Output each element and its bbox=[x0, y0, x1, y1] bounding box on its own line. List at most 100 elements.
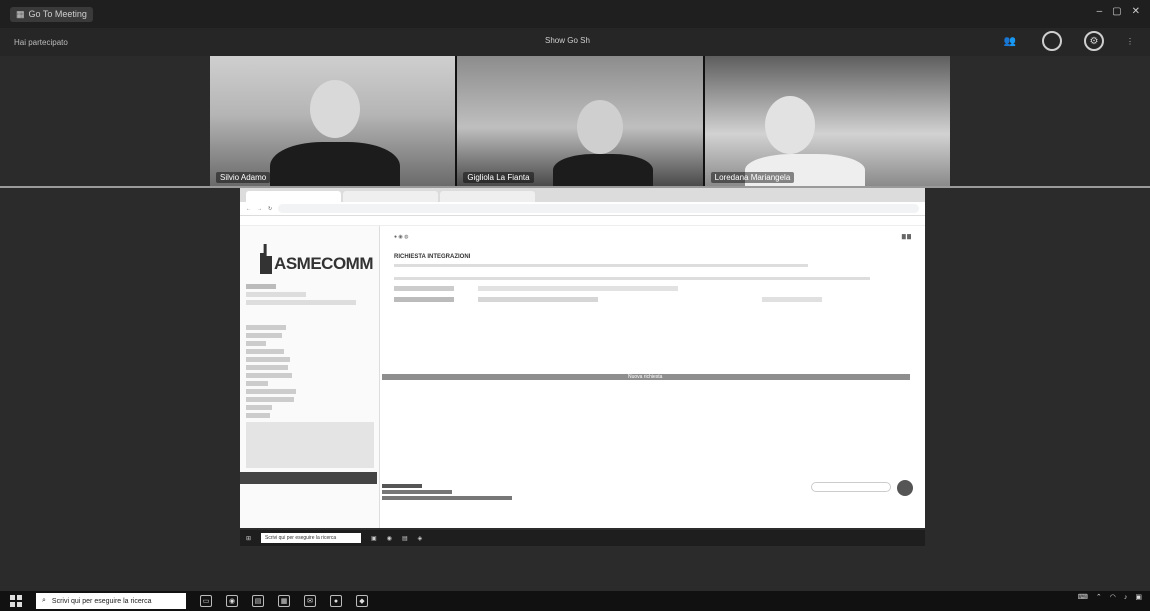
back-icon[interactable]: ← bbox=[246, 206, 251, 212]
form-row bbox=[394, 297, 911, 302]
meeting-subbar: Hai partecipato Show Go Sh 👥 ⚙ ⋮ bbox=[0, 28, 1150, 56]
notifications-icon[interactable]: ▣ bbox=[1135, 593, 1142, 601]
form-row bbox=[394, 286, 911, 291]
form-label bbox=[394, 297, 454, 302]
chat-button[interactable] bbox=[897, 480, 913, 496]
participants-icon[interactable]: 👥 bbox=[1000, 31, 1020, 51]
logo-mark-icon bbox=[260, 244, 273, 274]
participant-head bbox=[310, 80, 360, 138]
logo-text: ASMECOMM bbox=[274, 254, 373, 273]
description-line bbox=[394, 264, 808, 267]
header-icons[interactable]: ● ◉ ◍ bbox=[394, 234, 409, 240]
settings-icon[interactable]: ⚙ bbox=[1084, 31, 1104, 51]
mail-icon[interactable]: ✉ bbox=[304, 595, 316, 607]
main-header: ● ◉ ◍ ▇ ▇ bbox=[394, 234, 911, 240]
description-line bbox=[394, 277, 870, 280]
session-label: Hai partecipato bbox=[14, 37, 68, 47]
participant-tile[interactable]: Gigliola La Fianta bbox=[457, 56, 705, 186]
taskbar-search[interactable]: ⌕ Scrivi qui per eseguire la ricerca bbox=[36, 593, 186, 609]
page-title: RICHIESTA INTEGRAZIONI bbox=[394, 254, 471, 260]
window-controls: – ▢ ✕ bbox=[1097, 6, 1140, 17]
menu-item[interactable] bbox=[246, 365, 288, 370]
shared-search-box[interactable]: Scrivi qui per eseguire la ricerca bbox=[261, 533, 362, 543]
video-tiles: Silvio Adamo Gigliola La Fianta Loredana… bbox=[210, 56, 950, 186]
chevron-up-icon[interactable]: ⌃ bbox=[1096, 593, 1102, 601]
menu-item[interactable] bbox=[246, 284, 276, 289]
site-sidebar: ASMECOMM bbox=[240, 226, 380, 528]
store-icon[interactable]: ▦ bbox=[278, 595, 290, 607]
forward-icon[interactable]: → bbox=[257, 206, 262, 212]
taskbar-search-placeholder: Scrivi qui per eseguire la ricerca bbox=[51, 597, 152, 605]
participant-tile[interactable]: Silvio Adamo bbox=[210, 56, 458, 186]
form-value[interactable] bbox=[478, 297, 598, 302]
menu-item[interactable] bbox=[246, 341, 266, 346]
side-menu bbox=[246, 284, 373, 418]
new-request-label: Nuova richiesta bbox=[628, 374, 663, 380]
windows-taskbar: ⌕ Scrivi qui per eseguire la ricerca ▭ ◉… bbox=[0, 591, 1150, 611]
menu-item[interactable] bbox=[246, 292, 306, 297]
menu-item[interactable] bbox=[246, 333, 282, 338]
meeting-titlebar: ▦ Go To Meeting – ▢ ✕ bbox=[0, 0, 1150, 28]
browser-icon[interactable]: ◉ bbox=[226, 595, 238, 607]
participant-name: Loredana Mariangela bbox=[710, 172, 795, 183]
viewer-label[interactable]: Show Go Sh bbox=[545, 36, 590, 45]
menu-item[interactable] bbox=[246, 349, 284, 354]
shared-screen[interactable]: ← → ↻ ASMECOMM ● ◉ ◍ ▇ ▇ RICHIESTA INTEG… bbox=[240, 188, 925, 528]
meeting-tools: 👥 ⚙ ⋮ bbox=[1000, 31, 1134, 51]
participant-tile[interactable]: Loredana Mariangela bbox=[704, 56, 950, 186]
chat-input[interactable] bbox=[811, 482, 891, 492]
meeting-app-tab[interactable]: ▦ Go To Meeting bbox=[10, 6, 93, 22]
browser-tab[interactable] bbox=[343, 191, 438, 202]
form-value[interactable] bbox=[478, 286, 678, 291]
menu-item[interactable] bbox=[246, 389, 296, 394]
side-dark-bar[interactable] bbox=[240, 472, 377, 484]
browser-tab[interactable] bbox=[440, 191, 535, 202]
participant-name: Silvio Adamo bbox=[216, 172, 271, 183]
form-value[interactable] bbox=[762, 297, 822, 302]
website: ASMECOMM ● ◉ ◍ ▇ ▇ RICHIESTA INTEGRAZION… bbox=[240, 226, 925, 528]
menu-item[interactable] bbox=[246, 300, 356, 305]
taskbar-app-icon[interactable]: ◉ bbox=[387, 535, 392, 542]
file-explorer-icon[interactable]: ▤ bbox=[252, 595, 264, 607]
reload-icon[interactable]: ↻ bbox=[268, 206, 272, 212]
menu-item[interactable] bbox=[246, 413, 270, 418]
windows-start-icon[interactable] bbox=[10, 595, 22, 607]
wifi-icon[interactable]: ◠ bbox=[1110, 593, 1116, 601]
taskbar-app-icon[interactable]: ▤ bbox=[402, 535, 408, 542]
taskbar-app-icon[interactable]: ▣ bbox=[371, 535, 377, 542]
menu-item[interactable] bbox=[246, 325, 286, 330]
menu-item[interactable] bbox=[246, 381, 268, 386]
volume-icon[interactable]: ♪ bbox=[1124, 594, 1128, 601]
participant-head bbox=[764, 96, 815, 154]
url-field[interactable] bbox=[278, 204, 919, 213]
side-highlight-box bbox=[246, 422, 374, 468]
taskbar-app-icon[interactable]: ◈ bbox=[418, 535, 423, 542]
participant-name: Gigliola La Fianta bbox=[463, 172, 534, 183]
participant-body bbox=[270, 142, 400, 186]
menu-item[interactable] bbox=[246, 357, 290, 362]
minimize-icon[interactable]: – bbox=[1097, 6, 1103, 17]
keyboard-icon[interactable]: ⌨ bbox=[1078, 593, 1088, 601]
menu-item[interactable] bbox=[246, 373, 292, 378]
form-label bbox=[394, 286, 454, 291]
maximize-icon[interactable]: ▢ bbox=[1112, 6, 1121, 17]
meeting-app-title: Go To Meeting bbox=[28, 9, 87, 19]
close-icon[interactable]: ✕ bbox=[1132, 6, 1140, 17]
record-icon[interactable] bbox=[1042, 31, 1062, 51]
bookmarks-bar bbox=[240, 216, 925, 226]
menu-item[interactable] bbox=[246, 397, 294, 402]
user-info[interactable]: ▇ ▇ bbox=[902, 234, 911, 240]
footer-text bbox=[382, 484, 512, 500]
menu-item[interactable] bbox=[246, 405, 272, 410]
task-view-icon[interactable]: ▭ bbox=[200, 595, 212, 607]
participant-body bbox=[553, 154, 654, 186]
site-logo[interactable]: ASMECOMM bbox=[260, 244, 373, 274]
app-icon[interactable]: ◆ bbox=[356, 595, 368, 607]
browser-address-bar: ← → ↻ bbox=[240, 202, 925, 216]
meeting-app-icon: ▦ bbox=[16, 8, 25, 19]
browser-tab[interactable] bbox=[246, 191, 341, 202]
windows-start-icon[interactable]: ⊞ bbox=[246, 535, 251, 542]
meeting-app-icon[interactable]: ● bbox=[330, 595, 342, 607]
browser-tabs bbox=[240, 188, 925, 202]
more-options-icon[interactable]: ⋮ bbox=[1126, 37, 1134, 46]
